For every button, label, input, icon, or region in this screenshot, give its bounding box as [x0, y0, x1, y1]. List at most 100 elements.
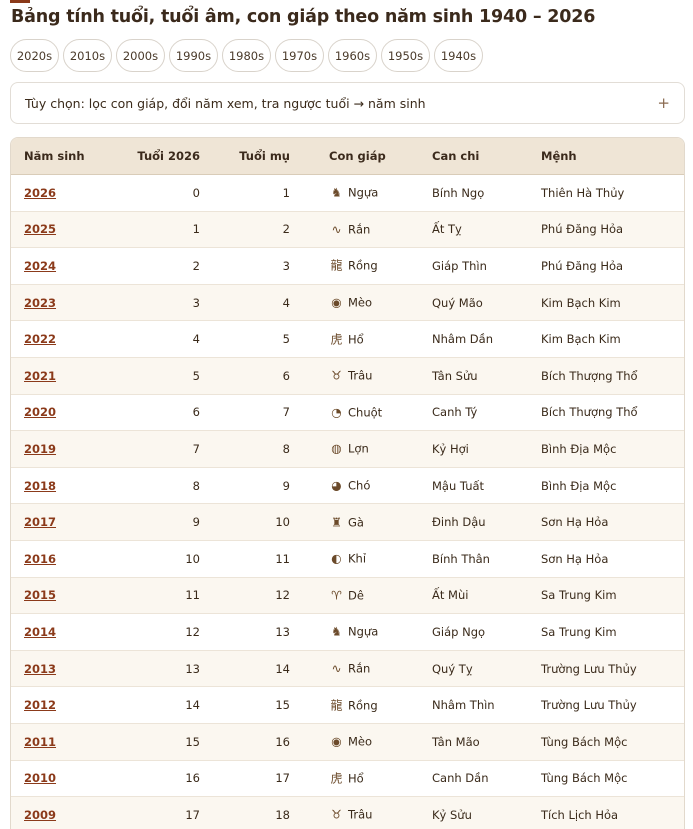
year-link[interactable]: 2017: [24, 515, 56, 529]
table-row: 2022 4 5 虎 Hổ Nhâm Dần Kim Bạch Kim: [11, 321, 684, 358]
lunar-age-cell: 17: [275, 771, 290, 786]
year-link[interactable]: 2012: [24, 698, 56, 712]
zodiac-label: Chuột: [348, 405, 383, 420]
header-menh: Mệnh: [541, 149, 577, 163]
zodiac-label: Trâu: [348, 368, 373, 383]
canchi-cell: Nhâm Thìn: [432, 698, 495, 713]
zodiac-cell: ♈ Dê: [329, 588, 364, 603]
dragon-icon: 龍: [330, 258, 343, 273]
lunar-age-cell: 16: [275, 734, 290, 749]
table-body: 2026 0 1 ♞ Ngựa Bính Ngọ Thiên Hà Thủy 2025 1 2 ∿ R…: [11, 175, 684, 829]
decade-filter-bar: 2020s 2010s 2000s 1990s 1980s 1970s 1960s 1950s…: [10, 39, 483, 72]
year-link[interactable]: 2019: [24, 442, 56, 456]
table-row: 2016 10 11 ◐ Khỉ Bính Thân Sơn Hạ Hỏa: [11, 541, 684, 578]
canchi-cell: Giáp Ngọ: [432, 624, 486, 639]
zodiac-label: Chó: [348, 478, 371, 493]
age-cell: 3: [192, 295, 200, 310]
decade-pill-1970s[interactable]: 1970s: [275, 39, 324, 72]
zodiac-label: Mèo: [348, 734, 373, 749]
menh-cell: Kim Bạch Kim: [541, 332, 621, 347]
lunar-age-cell: 11: [275, 551, 290, 566]
year-link[interactable]: 2023: [24, 296, 56, 310]
canchi-cell: Tân Mão: [432, 734, 480, 749]
header-canchi: Can chi: [432, 149, 480, 163]
menh-cell: Bình Địa Mộc: [541, 478, 617, 493]
dragon-icon: 龍: [330, 698, 343, 713]
decade-pill-1980s[interactable]: 1980s: [222, 39, 271, 72]
lunar-age-cell: 6: [282, 368, 290, 383]
zodiac-label: Trâu: [348, 807, 373, 822]
zodiac-label: Lợn: [348, 441, 369, 456]
canchi-cell: Quý Tỵ: [432, 661, 473, 676]
canchi-cell: Tân Sửu: [432, 368, 478, 383]
table-row: 2014 12 13 ♞ Ngựa Giáp Ngọ Sa Trung Kim: [11, 614, 684, 651]
decade-pill-2000s[interactable]: 2000s: [116, 39, 165, 72]
top-accent-bar: [10, 0, 30, 3]
decade-pill-1940s[interactable]: 1940s: [434, 39, 483, 72]
rooster-icon: ♜: [331, 515, 342, 530]
year-link[interactable]: 2015: [24, 588, 56, 602]
year-link[interactable]: 2016: [24, 552, 56, 566]
age-cell: 16: [185, 771, 200, 786]
decade-pill-1960s[interactable]: 1960s: [328, 39, 377, 72]
menh-cell: Tùng Bách Mộc: [541, 771, 628, 786]
year-link[interactable]: 2013: [24, 662, 56, 676]
age-cell: 2: [192, 258, 200, 273]
lunar-age-cell: 8: [282, 441, 290, 456]
zodiac-cell: ♜ Gà: [329, 515, 364, 530]
year-link[interactable]: 2011: [24, 735, 56, 749]
zodiac-cell: ♞ Ngựa: [329, 185, 378, 200]
zodiac-label: Rồng: [348, 258, 378, 273]
age-cell: 5: [192, 368, 200, 383]
zodiac-label: Hổ: [348, 332, 364, 347]
menh-cell: Thiên Hà Thủy: [541, 185, 625, 200]
table-row: 2023 3 4 ◉ Mèo Quý Mão Kim Bạch Kim: [11, 284, 684, 322]
menh-cell: Sơn Hạ Hỏa: [541, 515, 609, 530]
lunar-age-cell: 18: [275, 807, 290, 822]
lunar-age-cell: 4: [282, 295, 290, 310]
year-link[interactable]: 2026: [24, 186, 56, 200]
table-row: 2024 2 3 龍 Rồng Giáp Thìn Phú Đăng Hỏa: [11, 248, 684, 285]
year-link[interactable]: 2009: [24, 808, 56, 822]
options-toggle[interactable]: Tùy chọn: lọc con giáp, đổi năm xem, tra…: [10, 82, 685, 124]
age-cell: 6: [192, 405, 200, 420]
year-link[interactable]: 2018: [24, 479, 56, 493]
decade-pill-2010s[interactable]: 2010s: [63, 39, 112, 72]
age-cell: 4: [192, 332, 200, 347]
lunar-age-cell: 15: [275, 698, 290, 713]
table-row: 2012 14 15 龍 Rồng Nhâm Thìn Trường Lưu Thủy: [11, 687, 684, 724]
zodiac-label: Mèo: [348, 295, 373, 310]
year-link[interactable]: 2022: [24, 332, 56, 346]
zodiac-cell: 虎 Hổ: [329, 332, 364, 347]
canchi-cell: Nhâm Dần: [432, 332, 493, 347]
year-link[interactable]: 2014: [24, 625, 56, 639]
year-link[interactable]: 2010: [24, 771, 56, 785]
canchi-cell: Mậu Tuất: [432, 478, 485, 493]
menh-cell: Kim Bạch Kim: [541, 295, 621, 310]
rat-icon: ◔: [331, 405, 342, 420]
age-cell: 1: [192, 222, 200, 237]
table-header: Năm sinh Tuổi 2026 Tuổi mụ Con giáp Can …: [11, 138, 684, 175]
snake-icon: ∿: [331, 661, 342, 676]
year-link[interactable]: 2021: [24, 369, 56, 383]
header-zodiac: Con giáp: [329, 149, 386, 163]
canchi-cell: Bính Thân: [432, 551, 490, 566]
lunar-age-cell: 13: [275, 624, 290, 639]
zodiac-cell: ◍ Lợn: [329, 441, 369, 456]
goat-icon: ♈: [331, 588, 342, 603]
decade-pill-2020s[interactable]: 2020s: [10, 39, 59, 72]
lunar-age-cell: 1: [282, 185, 290, 200]
menh-cell: Bình Địa Mộc: [541, 441, 617, 456]
snake-icon: ∿: [331, 222, 342, 237]
header-lunar-age: Tuổi mụ: [239, 149, 290, 163]
menh-cell: Sa Trung Kim: [541, 588, 617, 603]
header-age: Tuổi 2026: [137, 149, 200, 163]
year-link[interactable]: 2024: [24, 259, 56, 273]
zodiac-label: Rồng: [348, 698, 378, 713]
tiger-icon: 虎: [330, 332, 343, 347]
horse-icon: ♞: [331, 624, 342, 639]
decade-pill-1950s[interactable]: 1950s: [381, 39, 430, 72]
year-link[interactable]: 2025: [24, 222, 56, 236]
decade-pill-1990s[interactable]: 1990s: [169, 39, 218, 72]
year-link[interactable]: 2020: [24, 405, 56, 419]
